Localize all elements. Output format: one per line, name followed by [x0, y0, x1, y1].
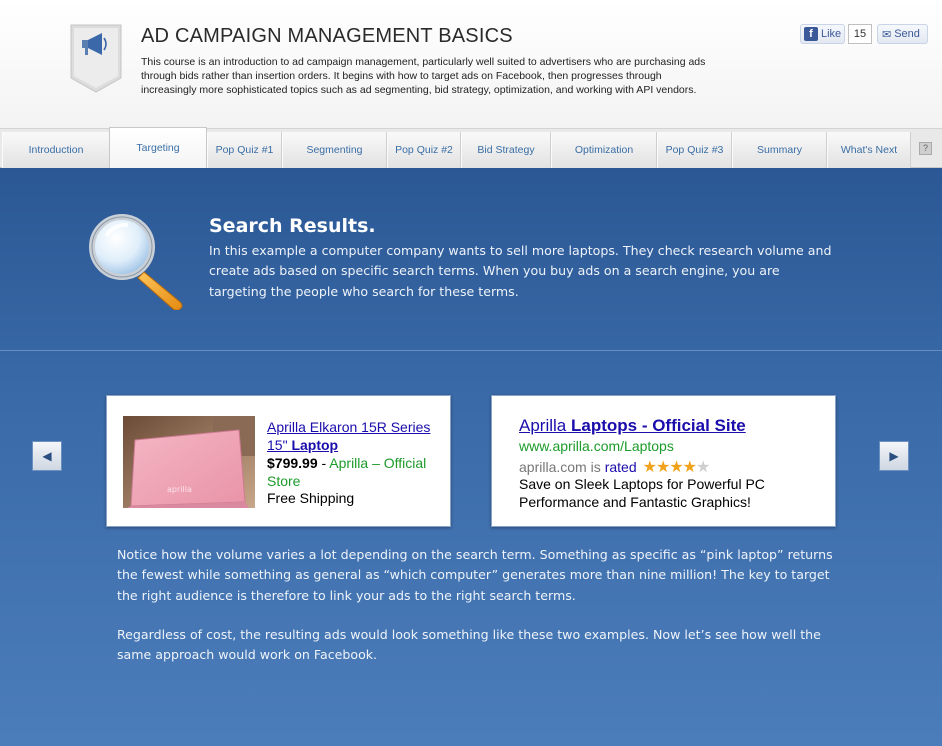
- like-label: Like: [821, 28, 842, 40]
- envelope-icon: ✉: [882, 28, 892, 41]
- tab-pop-quiz-3[interactable]: Pop Quiz #3: [657, 132, 732, 168]
- tab-bar: Introduction Targeting Pop Quiz #1 Segme…: [0, 127, 942, 168]
- tab-optimization[interactable]: Optimization: [551, 132, 657, 168]
- content-panel: Search Results. In this example a comput…: [0, 168, 942, 746]
- tab-pop-quiz-1[interactable]: Pop Quiz #1: [207, 132, 282, 168]
- tab-targeting[interactable]: Targeting: [109, 127, 207, 168]
- product-ad-card: aprilla Aprilla Elkaron 15R Series 15" L…: [106, 395, 451, 527]
- previous-arrow-button[interactable]: ◀: [32, 441, 62, 471]
- facebook-like-button[interactable]: f Like: [800, 24, 845, 44]
- tab-whats-next[interactable]: What's Next: [827, 132, 911, 168]
- tab-bid-strategy[interactable]: Bid Strategy: [461, 132, 551, 168]
- arrow-right-icon: ▶: [889, 449, 899, 463]
- star-rating-icon: ★★★★★: [642, 457, 711, 477]
- star-empty-icon: ★: [696, 459, 710, 476]
- help-button[interactable]: ?: [919, 142, 932, 155]
- send-label: Send: [894, 28, 920, 40]
- megaphone-icon: [70, 24, 122, 93]
- pink-laptop-image: aprilla: [123, 416, 255, 508]
- course-header: AD CAMPAIGN MANAGEMENT BASICS This cours…: [0, 0, 942, 128]
- send-button[interactable]: ✉ Send: [877, 24, 928, 44]
- arrow-left-icon: ◀: [42, 449, 52, 463]
- star-filled-icon: ★: [655, 459, 670, 476]
- magnifying-glass-icon: [89, 214, 183, 310]
- product-ad-shipping: Free Shipping: [267, 490, 355, 506]
- star-filled-icon: ★: [642, 459, 657, 476]
- product-ad-price: $799.99 - Aprilla – Official Store: [267, 455, 427, 489]
- text-ad-title-link[interactable]: Aprilla Laptops - Official Site: [519, 416, 746, 436]
- course-title: AD CAMPAIGN MANAGEMENT BASICS: [141, 25, 513, 47]
- tab-introduction[interactable]: Introduction: [2, 132, 110, 168]
- star-filled-icon: ★: [669, 459, 683, 476]
- like-count: 15: [848, 24, 872, 44]
- star-filled-icon: ★: [682, 459, 697, 476]
- facebook-icon: f: [804, 27, 818, 41]
- tab-segmenting[interactable]: Segmenting: [282, 132, 387, 168]
- explanation-paragraph-1: Notice how the volume varies a lot depen…: [117, 547, 833, 603]
- product-ad-title-link[interactable]: Aprilla Elkaron 15R Series 15" Laptop: [267, 418, 442, 454]
- section-heading: Search Results.: [209, 215, 376, 237]
- course-description: This course is an introduction to ad cam…: [141, 56, 706, 96]
- text-ad-rating: aprilla.com is rated ★★★★★: [519, 457, 711, 477]
- text-ad-card: Aprilla Laptops - Official Site www.apri…: [491, 395, 836, 527]
- section-intro: In this example a computer company wants…: [209, 243, 832, 299]
- tab-summary[interactable]: Summary: [732, 132, 827, 168]
- section-divider: [0, 350, 942, 351]
- text-ad-url[interactable]: www.aprilla.com/Laptops: [519, 438, 674, 454]
- tab-pop-quiz-2[interactable]: Pop Quiz #2: [387, 132, 461, 168]
- laptop-brand-text: aprilla: [167, 485, 192, 494]
- text-ad-body: Save on Sleek Laptops for Powerful PC Pe…: [519, 476, 765, 510]
- explanation-paragraph-2: Regardless of cost, the resulting ads wo…: [117, 627, 821, 663]
- next-arrow-button[interactable]: ▶: [879, 441, 909, 471]
